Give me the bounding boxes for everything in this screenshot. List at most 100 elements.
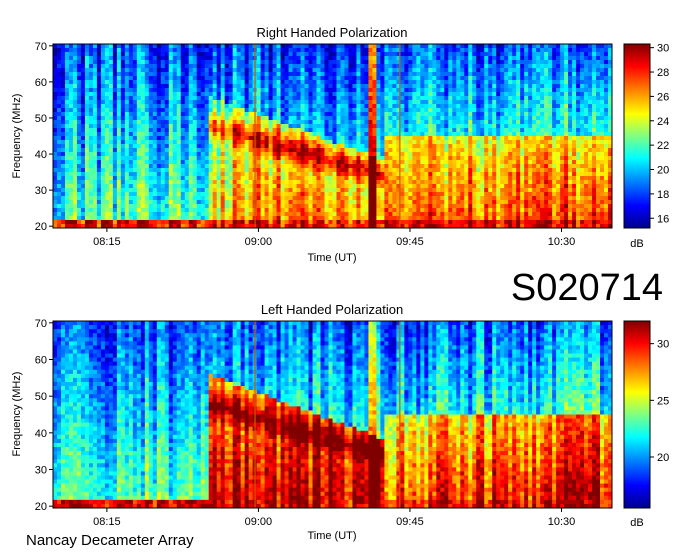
heatmap-cell: [276, 96, 281, 101]
heatmap-cell: [312, 116, 317, 121]
heatmap-cell: [404, 156, 409, 161]
heatmap-cell: [292, 136, 297, 141]
heatmap-cell: [248, 108, 254, 113]
heatmap-cell: [368, 128, 373, 133]
heatmap-cell: [368, 100, 373, 105]
heatmap-cell: [292, 212, 297, 217]
heatmap-cell: [240, 204, 246, 209]
heatmap-cell: [128, 204, 134, 209]
heatmap-cell: [156, 220, 162, 225]
heatmap-cell: [368, 212, 373, 217]
heatmap-cell: [132, 60, 138, 65]
heatmap-cell: [476, 208, 481, 213]
heatmap-cell: [440, 104, 445, 109]
heatmap-cell: [132, 124, 138, 129]
heatmap-cell: [424, 52, 429, 57]
heatmap-cell: [424, 188, 429, 193]
heatmap-cell: [156, 112, 162, 117]
heatmap-cell: [216, 160, 222, 165]
heatmap-cell: [256, 64, 262, 69]
heatmap-cell: [420, 220, 425, 225]
heatmap-cell: [56, 52, 62, 57]
heatmap-cell: [53, 136, 58, 141]
heatmap-cell: [360, 220, 365, 225]
heatmap-cell: [120, 48, 126, 53]
heatmap-cell: [356, 116, 361, 121]
heatmap-cell: [296, 116, 301, 121]
heatmap-cell: [408, 60, 413, 65]
heatmap-cell: [128, 184, 134, 189]
heatmap-cell: [200, 64, 206, 69]
heatmap-cell: [428, 124, 433, 129]
heatmap-cell: [92, 112, 98, 117]
heatmap-cell: [292, 116, 297, 121]
heatmap-cell: [116, 188, 122, 193]
heatmap-cell: [144, 156, 150, 161]
heatmap-cell: [196, 84, 202, 89]
heatmap-cell: [484, 96, 489, 101]
heatmap-cell: [208, 160, 214, 165]
heatmap-cell: [176, 60, 182, 65]
heatmap-cell: [192, 96, 198, 101]
heatmap-cell: [408, 100, 413, 105]
heatmap-cell: [216, 180, 222, 185]
heatmap-cell: [392, 164, 397, 169]
heatmap-cell: [188, 44, 194, 49]
heatmap-cell: [268, 204, 273, 209]
heatmap-cell: [100, 196, 106, 201]
heatmap-cell: [53, 60, 58, 65]
heatmap-cell: [116, 192, 122, 197]
heatmap-cell: [356, 100, 361, 105]
heatmap-cell: [288, 168, 293, 173]
heatmap-cell: [224, 136, 230, 141]
heatmap-cell: [392, 176, 397, 181]
heatmap-cell: [440, 196, 445, 201]
heatmap-cell: [436, 80, 441, 85]
heatmap-cell: [96, 196, 102, 201]
heatmap-cell: [328, 132, 333, 137]
heatmap-cell: [476, 128, 481, 133]
heatmap-cell: [380, 192, 385, 197]
heatmap-cell: [136, 168, 142, 173]
heatmap-cell: [472, 152, 477, 157]
heatmap-cell: [404, 68, 409, 73]
heatmap-cell: [412, 52, 417, 57]
heatmap-cell: [348, 112, 353, 117]
heatmap-cell: [188, 96, 194, 101]
heatmap-cell: [360, 48, 365, 53]
heatmap-cell: [356, 96, 361, 101]
heatmap-cell: [388, 172, 393, 177]
heatmap-cell: [400, 160, 405, 165]
heatmap-cell: [468, 84, 473, 89]
heatmap-cell: [144, 68, 150, 73]
heatmap-cell: [436, 76, 441, 81]
heatmap-cell: [324, 220, 329, 225]
heatmap-cell: [264, 132, 270, 137]
heatmap-cell: [100, 112, 106, 117]
heatmap-cell: [276, 56, 281, 61]
heatmap-cell: [456, 172, 461, 177]
heatmap-cell: [124, 116, 130, 121]
heatmap-cell: [448, 76, 453, 81]
heatmap-cell: [100, 216, 106, 221]
heatmap-cell: [428, 76, 433, 81]
heatmap-cell: [224, 124, 230, 129]
heatmap-cell: [116, 120, 122, 125]
heatmap-cell: [100, 168, 106, 173]
heatmap-cell: [376, 52, 381, 57]
heatmap-cell: [53, 104, 58, 109]
heatmap-cell: [308, 152, 313, 157]
heatmap-cell: [332, 84, 337, 89]
heatmap-cell: [368, 84, 373, 89]
heatmap-cell: [64, 72, 70, 77]
heatmap-cell: [484, 80, 489, 85]
heatmap-cell: [196, 112, 202, 117]
heatmap-cell: [248, 208, 254, 213]
heatmap-cell: [156, 60, 162, 65]
heatmap-cell: [132, 160, 138, 165]
heatmap-cell: [348, 76, 353, 81]
heatmap-cell: [308, 212, 313, 217]
heatmap-cell: [60, 200, 66, 205]
heatmap-cell: [328, 124, 333, 129]
heatmap-cell: [360, 108, 365, 113]
